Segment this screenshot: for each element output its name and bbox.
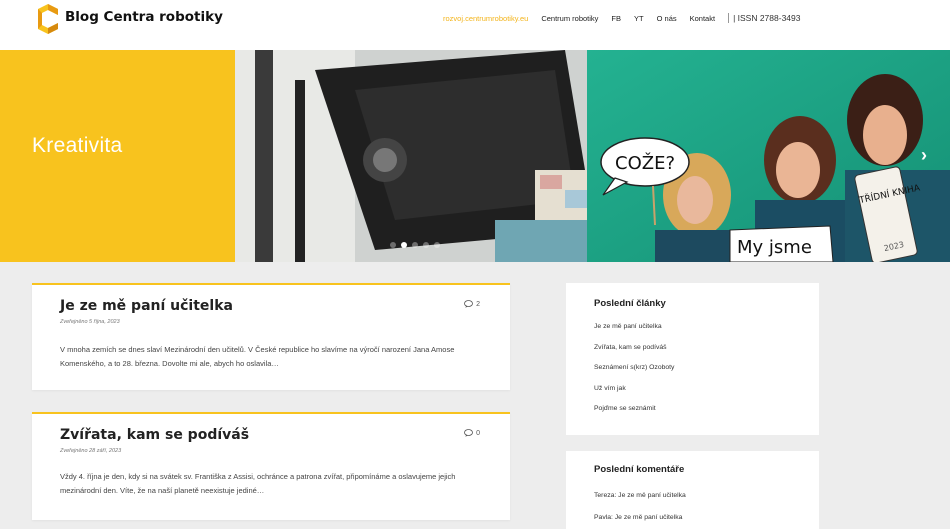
site-title: Blog Centra robotiky bbox=[65, 9, 223, 25]
recent-posts-widget: Poslední články Je ze mě paní učitelka Z… bbox=[566, 283, 819, 435]
recent-post-link[interactable]: Pojďme se seznámit bbox=[594, 405, 674, 426]
post-date: Zveřejněno 28 září, 2023 bbox=[60, 448, 122, 454]
site-header: Blog Centra robotiky rozvoj.centrumrobot… bbox=[0, 0, 950, 50]
post-title[interactable]: Zvířata, kam se podíváš bbox=[60, 427, 249, 443]
comment-icon bbox=[464, 429, 473, 437]
post-comments-link[interactable]: 2 bbox=[464, 300, 480, 308]
recent-comment-link[interactable]: Tereza: Je ze mě paní učitelka bbox=[594, 492, 686, 514]
post-card: Zvířata, kam se podíváš Zveřejněno 28 zá… bbox=[32, 412, 510, 520]
recent-post-link[interactable]: Zvířata, kam se podíváš bbox=[594, 344, 674, 365]
slider-dot-active[interactable] bbox=[401, 242, 407, 248]
sign-coze: COŽE? bbox=[615, 152, 675, 174]
post-excerpt: V mnoha zemích se dnes slaví Mezinárodní… bbox=[60, 345, 455, 368]
slider-next-arrow-icon[interactable]: › bbox=[914, 145, 934, 165]
sign-my-jsme: My jsme bbox=[737, 237, 812, 258]
recent-post-link[interactable]: Je ze mě paní učitelka bbox=[594, 323, 674, 344]
recent-post-link[interactable]: Seznámení s(krz) Ozoboty bbox=[594, 364, 674, 385]
site-logo[interactable]: Blog Centra robotiky bbox=[37, 4, 223, 34]
nav-item-yt[interactable]: YT bbox=[634, 14, 644, 23]
post-comment-count: 2 bbox=[476, 300, 480, 308]
post-comments-link[interactable]: 0 bbox=[464, 429, 480, 437]
post-comment-count: 0 bbox=[476, 429, 480, 437]
post-excerpt: Vždy 4. října je den, kdy si na svátek s… bbox=[60, 472, 456, 495]
nav-item-centrum-robotiky[interactable]: Centrum robotiky bbox=[541, 14, 598, 23]
hero-title: Kreativita bbox=[32, 134, 123, 157]
logo-icon bbox=[38, 4, 58, 34]
post-title[interactable]: Je ze mě paní učitelka bbox=[60, 298, 233, 314]
nav-item-rozvoj[interactable]: rozvoj.centrumrobotiky.eu bbox=[443, 14, 528, 23]
hero-slider: Kreativita COŽE? My jsme TŘÍDNÍ KNIHA 20… bbox=[0, 50, 950, 262]
slider-dot[interactable] bbox=[423, 242, 429, 248]
recent-posts-list: Je ze mě paní učitelka Zvířata, kam se p… bbox=[594, 323, 674, 426]
nav-item-o-nas[interactable]: O nás bbox=[657, 14, 677, 23]
recent-comments-title: Poslední komentáře bbox=[594, 464, 685, 475]
slider-dot[interactable] bbox=[412, 242, 418, 248]
recent-comments-list: Tereza: Je ze mě paní učitelka Pavla: Je… bbox=[594, 492, 686, 529]
nav-item-fb[interactable]: FB bbox=[611, 14, 621, 23]
nav-item-kontakt[interactable]: Kontakt bbox=[690, 14, 715, 23]
post-card: Je ze mě paní učitelka Zveřejněno 5 říjn… bbox=[32, 283, 510, 390]
comment-icon bbox=[464, 300, 473, 308]
slider-dot[interactable] bbox=[390, 242, 396, 248]
main-nav: rozvoj.centrumrobotiky.eu Centrum roboti… bbox=[443, 13, 800, 23]
slider-dot[interactable] bbox=[434, 242, 440, 248]
post-date: Zveřejněno 5 října, 2023 bbox=[60, 319, 120, 325]
hero-caption-panel: Kreativita bbox=[0, 50, 235, 262]
issn-label: | ISSN 2788-3493 bbox=[728, 13, 800, 23]
recent-post-link[interactable]: Už vím jak bbox=[594, 385, 674, 406]
hero-photo: COŽE? My jsme TŘÍDNÍ KNIHA 2023 bbox=[235, 50, 950, 262]
recent-comments-widget: Poslední komentáře Tereza: Je ze mě paní… bbox=[566, 451, 819, 529]
slider-pagination bbox=[390, 242, 440, 248]
recent-comment-link[interactable]: Pavla: Je ze mě paní učitelka bbox=[594, 514, 686, 529]
recent-posts-title: Poslední články bbox=[594, 298, 666, 309]
